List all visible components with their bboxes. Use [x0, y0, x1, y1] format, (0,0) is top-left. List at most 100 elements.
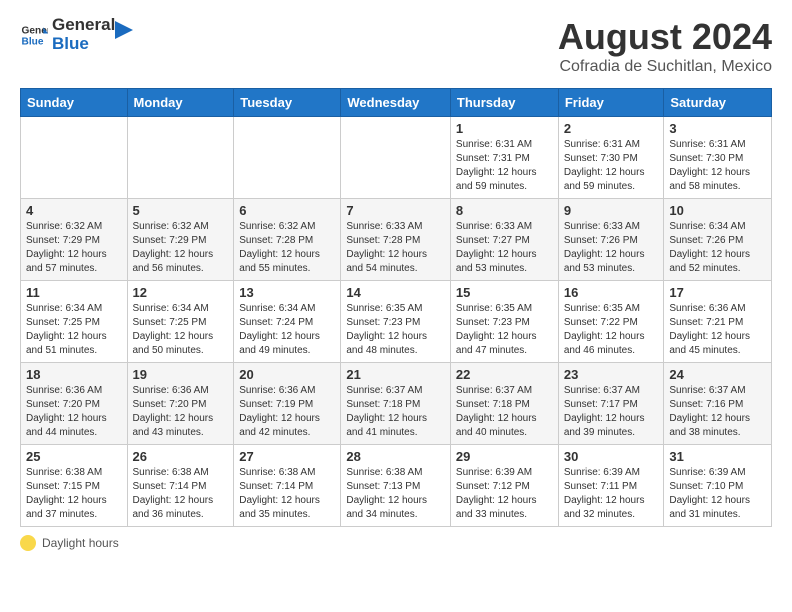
calendar-cell: [21, 117, 128, 199]
cell-info-text: Sunrise: 6:37 AM Sunset: 7:18 PM Dayligh…: [456, 384, 553, 440]
calendar-cell: 31Sunrise: 6:39 AM Sunset: 7:10 PM Dayli…: [664, 445, 772, 527]
calendar-cell: 21 Sunrise: 6:37 AM Sunset: 7:18 PM Dayli…: [341, 363, 451, 445]
calendar-cell: 24 Sunrise: 6:37 AM Sunset: 7:16 PM Dayli…: [664, 363, 772, 445]
calendar-cell: 27Sunrise: 6:38 AM Sunset: 7:14 PM Dayli…: [234, 445, 341, 527]
cell-day-number: 5: [133, 203, 229, 218]
calendar-cell: 20 Sunrise: 6:36 AM Sunset: 7:19 PM Dayli…: [234, 363, 341, 445]
calendar-week-row: 11 Sunrise: 6:34 AM Sunset: 7:25 PM Dayli…: [21, 281, 772, 363]
calendar-day-header: Thursday: [450, 89, 558, 117]
calendar-table: SundayMondayTuesdayWednesdayThursdayFrid…: [20, 88, 772, 527]
cell-day-number: 8: [456, 203, 553, 218]
calendar-cell: 2 Sunrise: 6:31 AM Sunset: 7:30 PM Daylig…: [558, 117, 664, 199]
cell-day-number: 16: [564, 285, 659, 300]
footer-legend: Daylight hours: [20, 535, 772, 551]
cell-info-text: Sunrise: 6:31 AM Sunset: 7:30 PM Dayligh…: [564, 138, 659, 194]
cell-info-text: Sunrise: 6:37 AM Sunset: 7:16 PM Dayligh…: [669, 384, 766, 440]
cell-info-text: Sunrise: 6:36 AM Sunset: 7:19 PM Dayligh…: [239, 384, 335, 440]
calendar-cell: 22 Sunrise: 6:37 AM Sunset: 7:18 PM Dayli…: [450, 363, 558, 445]
title-area: August 2024 Cofradia de Suchitlan, Mexic…: [558, 16, 772, 76]
cell-info-text: Sunrise: 6:34 AM Sunset: 7:25 PM Dayligh…: [133, 302, 229, 358]
cell-info-text: Sunrise: 6:31 AM Sunset: 7:31 PM Dayligh…: [456, 138, 553, 194]
calendar-cell: 5 Sunrise: 6:32 AM Sunset: 7:29 PM Daylig…: [127, 199, 234, 281]
cell-day-number: 19: [133, 367, 229, 382]
cell-info-text: Sunrise: 6:34 AM Sunset: 7:25 PM Dayligh…: [26, 302, 122, 358]
calendar-cell: 1 Sunrise: 6:31 AM Sunset: 7:31 PM Daylig…: [450, 117, 558, 199]
cell-day-number: 4: [26, 203, 122, 218]
cell-day-number: 1: [456, 121, 553, 136]
cell-day-number: 12: [133, 285, 229, 300]
cell-info-text: Sunrise: 6:34 AM Sunset: 7:24 PM Dayligh…: [239, 302, 335, 358]
cell-day-number: 3: [669, 121, 766, 136]
calendar-cell: 14Sunrise: 6:35 AM Sunset: 7:23 PM Dayli…: [341, 281, 451, 363]
calendar-cell: 9 Sunrise: 6:33 AM Sunset: 7:26 PM Daylig…: [558, 199, 664, 281]
cell-info-text: Sunrise: 6:33 AM Sunset: 7:26 PM Dayligh…: [564, 220, 659, 276]
logo-icon: General Blue: [20, 21, 48, 49]
logo-general-text: General: [52, 16, 115, 35]
cell-day-number: 7: [346, 203, 445, 218]
svg-text:Blue: Blue: [22, 36, 44, 47]
cell-info-text: Sunrise: 6:35 AM Sunset: 7:22 PM Dayligh…: [564, 302, 659, 358]
cell-info-text: Sunrise: 6:36 AM Sunset: 7:21 PM Dayligh…: [669, 302, 766, 358]
cell-info-text: Sunrise: 6:37 AM Sunset: 7:17 PM Dayligh…: [564, 384, 659, 440]
cell-info-text: Sunrise: 6:39 AM Sunset: 7:10 PM Dayligh…: [669, 466, 766, 522]
cell-info-text: Sunrise: 6:36 AM Sunset: 7:20 PM Dayligh…: [133, 384, 229, 440]
cell-day-number: 18: [26, 367, 122, 382]
calendar-cell: 3 Sunrise: 6:31 AM Sunset: 7:30 PM Daylig…: [664, 117, 772, 199]
calendar-day-header: Monday: [127, 89, 234, 117]
calendar-cell: 18 Sunrise: 6:36 AM Sunset: 7:20 PM Dayli…: [21, 363, 128, 445]
cell-info-text: Sunrise: 6:36 AM Sunset: 7:20 PM Dayligh…: [26, 384, 122, 440]
cell-day-number: 10: [669, 203, 766, 218]
calendar-cell: 15Sunrise: 6:35 AM Sunset: 7:23 PM Dayli…: [450, 281, 558, 363]
cell-day-number: 24: [669, 367, 766, 382]
logo-arrow-icon: [115, 21, 133, 39]
calendar-week-row: 1 Sunrise: 6:31 AM Sunset: 7:31 PM Daylig…: [21, 117, 772, 199]
calendar-cell: 23Sunrise: 6:37 AM Sunset: 7:17 PM Dayli…: [558, 363, 664, 445]
cell-info-text: Sunrise: 6:39 AM Sunset: 7:12 PM Dayligh…: [456, 466, 553, 522]
calendar-week-row: 25 Sunrise: 6:38 AM Sunset: 7:15 PM Dayli…: [21, 445, 772, 527]
cell-day-number: 25: [26, 449, 122, 464]
calendar-cell: 8Sunrise: 6:33 AM Sunset: 7:27 PM Daylig…: [450, 199, 558, 281]
calendar-cell: 19 Sunrise: 6:36 AM Sunset: 7:20 PM Dayli…: [127, 363, 234, 445]
cell-info-text: Sunrise: 6:32 AM Sunset: 7:29 PM Dayligh…: [26, 220, 122, 276]
cell-info-text: Sunrise: 6:39 AM Sunset: 7:11 PM Dayligh…: [564, 466, 659, 522]
calendar-day-header: Friday: [558, 89, 664, 117]
calendar-week-row: 4 Sunrise: 6:32 AM Sunset: 7:29 PM Daylig…: [21, 199, 772, 281]
logo: General Blue General Blue: [20, 16, 133, 53]
cell-day-number: 22: [456, 367, 553, 382]
cell-info-text: Sunrise: 6:32 AM Sunset: 7:28 PM Dayligh…: [239, 220, 335, 276]
cell-info-text: Sunrise: 6:38 AM Sunset: 7:15 PM Dayligh…: [26, 466, 122, 522]
header: General Blue General Blue August 2024 Co…: [20, 16, 772, 76]
cell-info-text: Sunrise: 6:33 AM Sunset: 7:28 PM Dayligh…: [346, 220, 445, 276]
cell-day-number: 11: [26, 285, 122, 300]
cell-info-text: Sunrise: 6:37 AM Sunset: 7:18 PM Dayligh…: [346, 384, 445, 440]
cell-day-number: 21: [346, 367, 445, 382]
main-title: August 2024: [558, 16, 772, 58]
calendar-cell: 13 Sunrise: 6:34 AM Sunset: 7:24 PM Dayli…: [234, 281, 341, 363]
cell-day-number: 9: [564, 203, 659, 218]
cell-day-number: 30: [564, 449, 659, 464]
cell-info-text: Sunrise: 6:32 AM Sunset: 7:29 PM Dayligh…: [133, 220, 229, 276]
cell-day-number: 2: [564, 121, 659, 136]
cell-day-number: 6: [239, 203, 335, 218]
calendar-cell: 11 Sunrise: 6:34 AM Sunset: 7:25 PM Dayli…: [21, 281, 128, 363]
cell-info-text: Sunrise: 6:31 AM Sunset: 7:30 PM Dayligh…: [669, 138, 766, 194]
calendar-cell: 16 Sunrise: 6:35 AM Sunset: 7:22 PM Dayli…: [558, 281, 664, 363]
calendar-cell: 28Sunrise: 6:38 AM Sunset: 7:13 PM Dayli…: [341, 445, 451, 527]
daylight-legend-icon: [20, 535, 36, 551]
calendar-cell: [234, 117, 341, 199]
calendar-cell: 6 Sunrise: 6:32 AM Sunset: 7:28 PM Daylig…: [234, 199, 341, 281]
calendar-cell: 25 Sunrise: 6:38 AM Sunset: 7:15 PM Dayli…: [21, 445, 128, 527]
cell-day-number: 20: [239, 367, 335, 382]
cell-day-number: 26: [133, 449, 229, 464]
cell-info-text: Sunrise: 6:38 AM Sunset: 7:14 PM Dayligh…: [239, 466, 335, 522]
legend-label: Daylight hours: [42, 536, 119, 550]
cell-day-number: 15: [456, 285, 553, 300]
calendar-day-header: Sunday: [21, 89, 128, 117]
calendar-cell: [127, 117, 234, 199]
calendar-cell: 17Sunrise: 6:36 AM Sunset: 7:21 PM Dayli…: [664, 281, 772, 363]
cell-info-text: Sunrise: 6:38 AM Sunset: 7:13 PM Dayligh…: [346, 466, 445, 522]
calendar-header-row: SundayMondayTuesdayWednesdayThursdayFrid…: [21, 89, 772, 117]
calendar-cell: 7 Sunrise: 6:33 AM Sunset: 7:28 PM Daylig…: [341, 199, 451, 281]
cell-day-number: 13: [239, 285, 335, 300]
calendar-cell: [341, 117, 451, 199]
